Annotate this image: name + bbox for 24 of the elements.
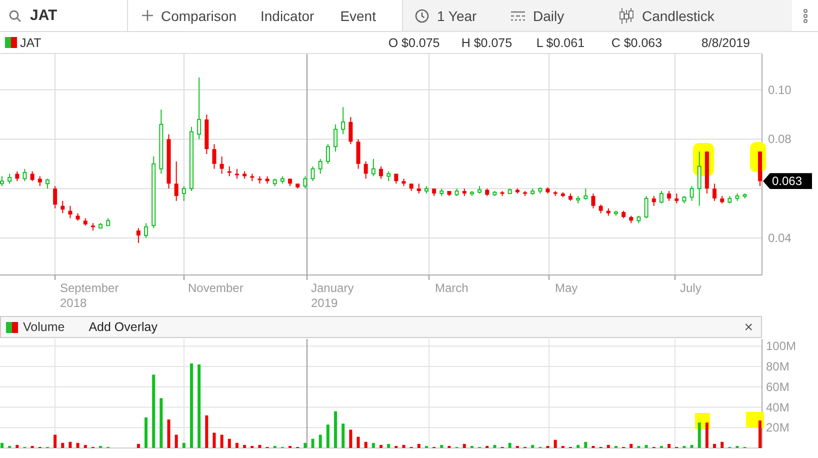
- low-price: L $0.061: [536, 36, 586, 50]
- date-label: 8/8/2019: [701, 36, 750, 50]
- x-axis-label: May: [555, 281, 578, 295]
- x-axis-label: November: [188, 281, 244, 295]
- x-axis-label: September: [60, 281, 119, 295]
- y-axis-label: 40M: [766, 400, 790, 414]
- y-axis-label: 60M: [766, 380, 790, 394]
- high-price: H $0.075: [461, 36, 514, 50]
- y-axis-label: 0.08: [768, 132, 792, 146]
- open-price: O $0.075: [388, 36, 441, 50]
- last-price-tag: 0.063: [763, 173, 812, 190]
- y-axis-label: 20M: [766, 420, 790, 435]
- x-axis-label: January: [311, 281, 354, 295]
- legend-symbol: JAT: [20, 36, 42, 50]
- panel-title: Volume: [23, 320, 65, 334]
- x-axis-label: 2019: [311, 296, 338, 310]
- x-axis-label: March: [435, 281, 468, 295]
- y-axis-label: 0.10: [768, 82, 792, 97]
- y-axis-label: 80M: [766, 360, 790, 374]
- y-axis-label: 0.04: [768, 230, 792, 245]
- x-axis-label: 2018: [60, 296, 87, 310]
- x-axis-label: July: [680, 281, 702, 295]
- y-axis-label: 100M: [766, 339, 796, 354]
- close-price: C $0.063: [611, 36, 664, 50]
